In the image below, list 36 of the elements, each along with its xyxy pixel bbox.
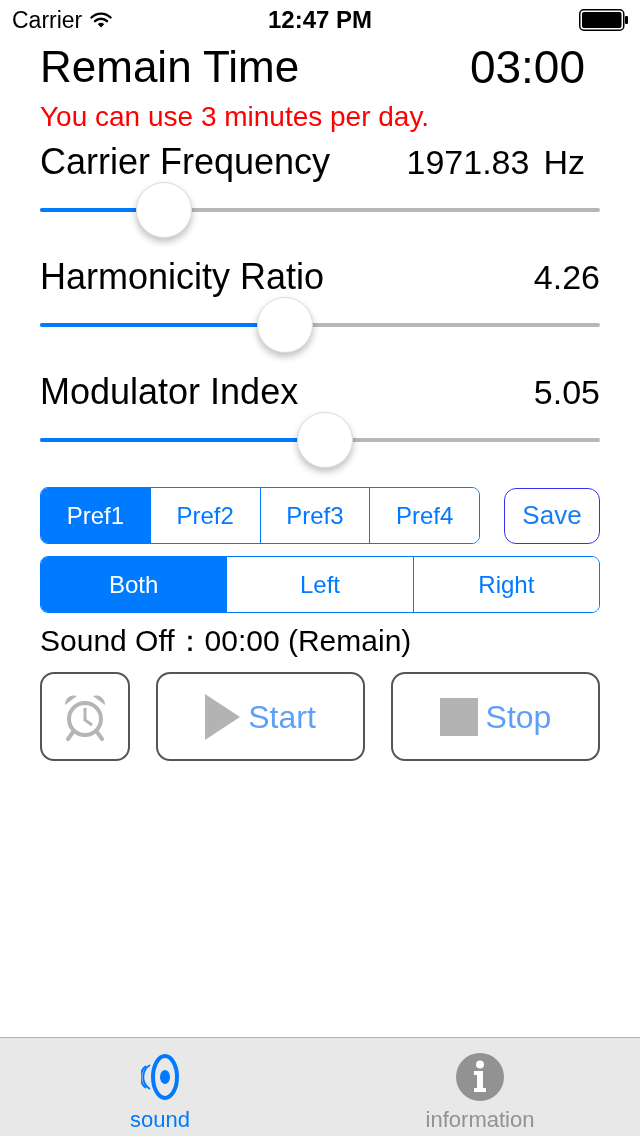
save-button[interactable]: Save (504, 487, 600, 544)
battery-icon (579, 9, 628, 31)
slider-value: 1971.83 (406, 142, 530, 182)
usage-notice: You can use 3 minutes per day. (40, 101, 431, 133)
stop-icon (439, 697, 478, 736)
tab-bar-item[interactable]: sound (0, 1038, 320, 1136)
slider-track[interactable] (40, 297, 600, 353)
slider-thumb[interactable] (297, 412, 354, 468)
info-icon (456, 1053, 504, 1101)
tab-bar-item[interactable]: information (320, 1038, 640, 1136)
slider-value: 4.26 (533, 257, 600, 297)
carrier-label: Carrier (12, 6, 83, 34)
slider-track[interactable] (40, 412, 600, 468)
remain-time-value: 03:00 (469, 42, 585, 92)
stop-button[interactable]: Stop (391, 672, 600, 761)
slider-label: Carrier Frequency (40, 142, 331, 182)
sound-off-timer: Sound Off：00:00 (Remain) (40, 623, 413, 659)
remain-time-label: Remain Time (40, 42, 300, 92)
slider-value: 5.05 (533, 372, 600, 412)
speaker-icon (141, 1053, 179, 1101)
slider-label: Modulator Index (40, 372, 299, 412)
preset-tab[interactable]: Pref1 (41, 488, 150, 543)
slider-label: Harmonicity Ratio (40, 257, 325, 297)
preset-tab[interactable]: Pref4 (369, 488, 479, 543)
alarm-button[interactable] (40, 672, 130, 761)
channel-tab[interactable]: Right (412, 557, 599, 612)
slider-track[interactable] (40, 182, 600, 238)
slider-thumb[interactable] (256, 297, 313, 353)
slider-thumb[interactable] (135, 182, 192, 238)
alarm-clock-icon (63, 692, 107, 741)
start-button[interactable]: Start (156, 672, 365, 761)
wifi-icon (90, 12, 113, 28)
play-icon (205, 693, 241, 740)
status-time: 12:47 PM (267, 6, 373, 34)
unit-label: Hz (543, 142, 585, 182)
channel-tab[interactable]: Both (41, 557, 227, 612)
